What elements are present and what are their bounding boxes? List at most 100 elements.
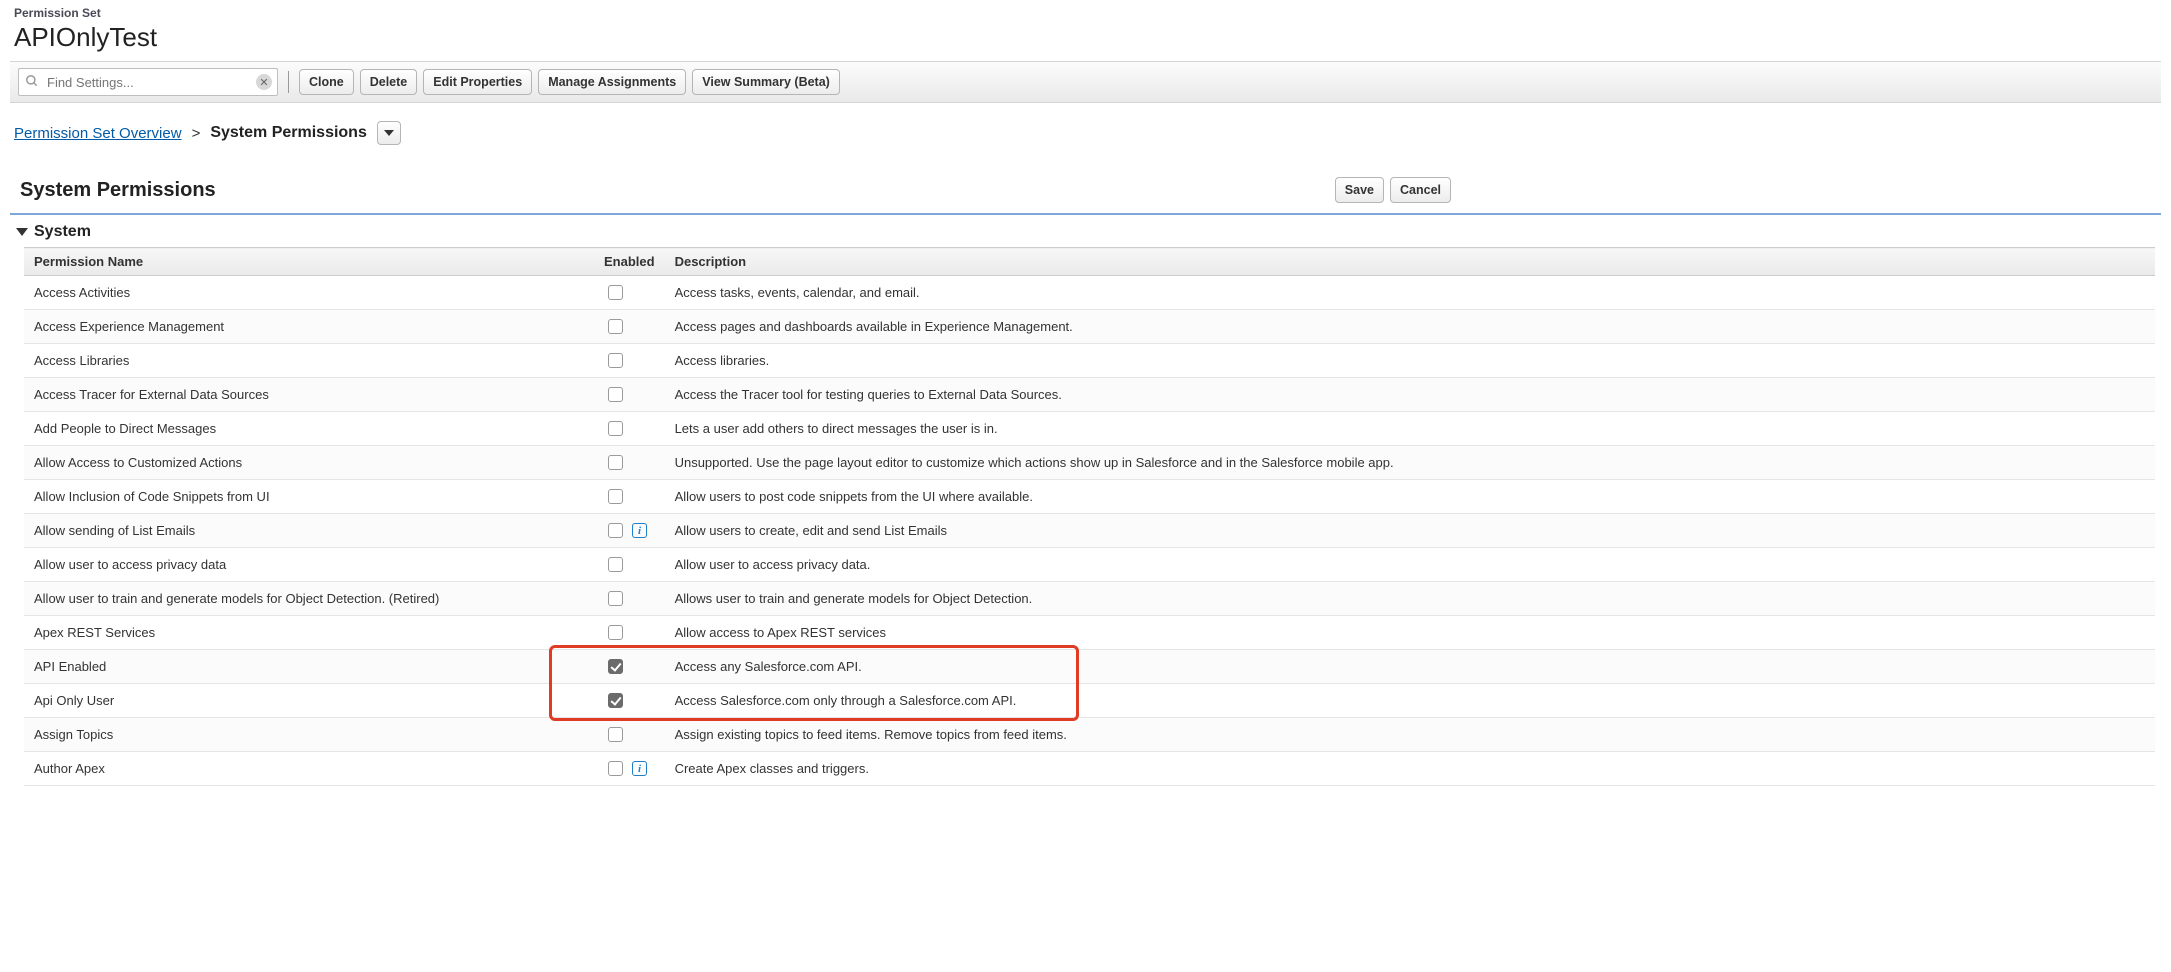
permission-name: Allow Inclusion of Code Snippets from UI xyxy=(24,480,594,514)
group-collapser-system[interactable]: System xyxy=(10,219,2161,247)
info-icon[interactable]: i xyxy=(632,523,647,538)
permission-description: Allow user to access privacy data. xyxy=(665,548,2155,582)
save-button[interactable]: Save xyxy=(1335,177,1384,203)
permission-name: Allow user to access privacy data xyxy=(24,548,594,582)
enabled-checkbox[interactable] xyxy=(608,727,623,742)
permission-name: Access Experience Management xyxy=(24,310,594,344)
enabled-cell xyxy=(594,276,665,310)
enabled-checkbox[interactable] xyxy=(608,489,623,504)
enabled-checkbox[interactable] xyxy=(608,353,623,368)
clone-button[interactable]: Clone xyxy=(299,69,354,95)
permissions-table-wrap: Permission Name Enabled Description Acce… xyxy=(10,247,2161,786)
table-row: Access Experience Management Access pages… xyxy=(24,310,2155,344)
chevron-down-icon xyxy=(384,130,394,136)
col-header-description: Description xyxy=(665,248,2155,276)
search-wrap: ✕ xyxy=(18,68,278,96)
enabled-checkbox[interactable] xyxy=(608,455,623,470)
col-header-enabled: Enabled xyxy=(594,248,665,276)
enabled-checkbox[interactable] xyxy=(608,387,623,402)
enabled-checkbox[interactable] xyxy=(608,285,623,300)
permission-description: Access tasks, events, calendar, and emai… xyxy=(665,276,2155,310)
page-title: APIOnlyTest xyxy=(10,20,2161,61)
permission-description: Access Salesforce.com only through a Sal… xyxy=(665,684,2155,718)
enabled-checkbox[interactable] xyxy=(608,625,623,640)
enabled-cell xyxy=(594,548,665,582)
section-divider xyxy=(10,213,2161,215)
enabled-cell xyxy=(594,582,665,616)
table-row: Access Tracer for External Data Sources A… xyxy=(24,378,2155,412)
permission-name: Assign Topics xyxy=(24,718,594,752)
permission-description: Allow users to post code snippets from t… xyxy=(665,480,2155,514)
col-header-name: Permission Name xyxy=(24,248,594,276)
permission-description: Access pages and dashboards available in… xyxy=(665,310,2155,344)
enabled-cell: i xyxy=(594,752,665,786)
permission-name: Add People to Direct Messages xyxy=(24,412,594,446)
permission-name: Access Activities xyxy=(24,276,594,310)
permission-name: Allow user to train and generate models … xyxy=(24,582,594,616)
permission-description: Allow access to Apex REST services xyxy=(665,616,2155,650)
enabled-cell xyxy=(594,684,665,718)
enabled-cell xyxy=(594,344,665,378)
breadcrumb-dropdown[interactable] xyxy=(377,121,401,145)
enabled-checkbox[interactable] xyxy=(608,421,623,436)
permission-name: Apex REST Services xyxy=(24,616,594,650)
permission-description: Access libraries. xyxy=(665,344,2155,378)
triangle-down-icon xyxy=(16,228,28,236)
table-row: API EnabledAccess any Salesforce.com API… xyxy=(24,650,2155,684)
separator xyxy=(288,71,289,93)
cancel-button[interactable]: Cancel xyxy=(1390,177,1451,203)
table-row: Allow user to access privacy data Allow u… xyxy=(24,548,2155,582)
section-header: System Permissions Save Cancel xyxy=(10,155,2161,213)
breadcrumb-separator: > xyxy=(192,125,201,142)
header-label: Permission Set xyxy=(10,0,2161,20)
permission-description: Lets a user add others to direct message… xyxy=(665,412,2155,446)
permission-name: Access Libraries xyxy=(24,344,594,378)
section-heading: System Permissions xyxy=(20,179,216,202)
enabled-checkbox[interactable] xyxy=(608,693,623,708)
enabled-checkbox[interactable] xyxy=(608,591,623,606)
delete-button[interactable]: Delete xyxy=(360,69,418,95)
table-row: Apex REST Services Allow access to Apex R… xyxy=(24,616,2155,650)
enabled-checkbox[interactable] xyxy=(608,319,623,334)
table-row: Allow user to train and generate models … xyxy=(24,582,2155,616)
permission-description: Allow users to create, edit and send Lis… xyxy=(665,514,2155,548)
manage-assignments-button[interactable]: Manage Assignments xyxy=(538,69,686,95)
permission-name: Access Tracer for External Data Sources xyxy=(24,378,594,412)
group-label: System xyxy=(34,223,91,241)
enabled-checkbox[interactable] xyxy=(608,557,623,572)
enabled-cell xyxy=(594,650,665,684)
permission-description: Access the Tracer tool for testing queri… xyxy=(665,378,2155,412)
breadcrumb-current: System Permissions xyxy=(210,124,367,142)
permission-name: API Enabled xyxy=(24,650,594,684)
permission-description: Unsupported. Use the page layout editor … xyxy=(665,446,2155,480)
permission-name: Api Only User xyxy=(24,684,594,718)
enabled-cell xyxy=(594,412,665,446)
enabled-cell xyxy=(594,616,665,650)
table-row: Assign Topics Assign existing topics to f… xyxy=(24,718,2155,752)
breadcrumb: Permission Set Overview > System Permiss… xyxy=(10,103,2161,155)
search-input[interactable] xyxy=(18,68,278,96)
info-icon[interactable]: i xyxy=(632,761,647,776)
enabled-cell xyxy=(594,310,665,344)
table-row: Allow Inclusion of Code Snippets from UI… xyxy=(24,480,2155,514)
edit-properties-button[interactable]: Edit Properties xyxy=(423,69,532,95)
enabled-checkbox[interactable] xyxy=(608,659,623,674)
clear-search-icon[interactable]: ✕ xyxy=(256,74,272,90)
enabled-cell xyxy=(594,446,665,480)
permission-name: Allow sending of List Emails xyxy=(24,514,594,548)
enabled-cell xyxy=(594,480,665,514)
breadcrumb-overview-link[interactable]: Permission Set Overview xyxy=(14,125,182,142)
table-row: Allow Access to Customized ActionsUnsupp… xyxy=(24,446,2155,480)
table-row: Access Libraries Access libraries. xyxy=(24,344,2155,378)
enabled-cell xyxy=(594,378,665,412)
enabled-checkbox[interactable] xyxy=(608,523,623,538)
view-summary-button[interactable]: View Summary (Beta) xyxy=(692,69,840,95)
table-row: Access Activities Access tasks, events, c… xyxy=(24,276,2155,310)
table-row: Allow sending of List Emails i Allow users… xyxy=(24,514,2155,548)
permission-name: Author Apex xyxy=(24,752,594,786)
table-row: Author ApexiCreate Apex classes and trig… xyxy=(24,752,2155,786)
enabled-checkbox[interactable] xyxy=(608,761,623,776)
permission-description: Assign existing topics to feed items. Re… xyxy=(665,718,2155,752)
enabled-cell xyxy=(594,718,665,752)
toolbar: ✕ Clone Delete Edit Properties Manage As… xyxy=(10,61,2161,103)
